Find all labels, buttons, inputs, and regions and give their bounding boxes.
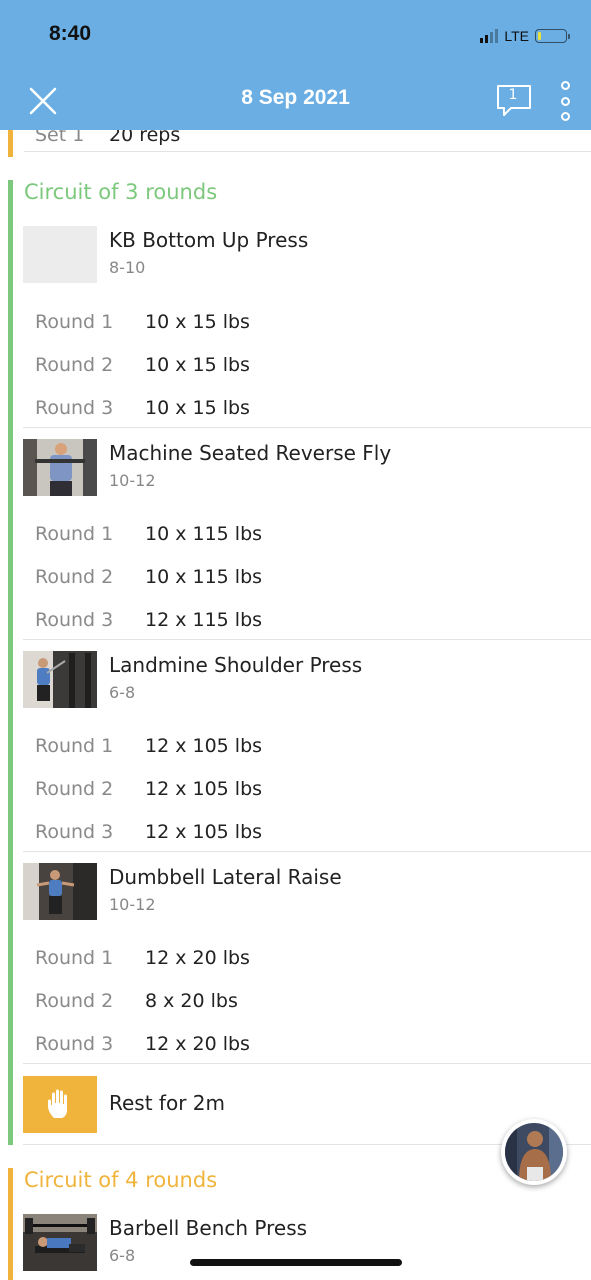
round-label: Round 3 [35,821,114,843]
circuit-section: Circuit of 3 rounds KB Bottom Up Press 8… [0,180,591,1145]
set-label: Set 1 [35,130,85,146]
workout-content[interactable]: Set 1 20 reps Circuit of 3 rounds KB Bot… [0,130,591,1280]
round-label: Round 1 [35,523,114,545]
more-icon-dot [560,112,570,121]
exercise-name: Landmine Shoulder Press [109,653,363,677]
status-indicators: LTE [480,26,570,46]
round-row[interactable]: Round 2 12 x 105 lbs [0,770,591,810]
round-row[interactable]: Round 1 12 x 105 lbs [0,727,591,767]
battery-icon [535,29,570,43]
more-icon-dot [560,96,570,106]
round-label: Round 3 [35,609,114,631]
more-icon-dot [560,81,570,90]
home-indicator [190,1259,402,1266]
round-value: 12 x 105 lbs [145,778,263,800]
exercise-thumbnail [23,226,97,283]
set-value: 20 reps [109,130,181,146]
round-label: Round 2 [35,354,114,376]
signal-icon [480,29,499,43]
circuit-title: Circuit of 3 rounds [24,180,218,204]
exercise-thumbnail [23,863,97,920]
exercise-name: Barbell Bench Press [109,1216,308,1240]
round-value: 8 x 20 lbs [145,990,238,1012]
round-value: 12 x 20 lbs [145,947,250,969]
exercise-name: KB Bottom Up Press [109,228,309,252]
round-row[interactable]: Round 2 8 x 20 lbs [0,982,591,1022]
exercise-name: Dumbbell Lateral Raise [109,865,342,889]
hand-icon [23,1076,97,1133]
round-row[interactable]: Round 1 12 x 20 lbs [0,939,591,979]
status-bar: 8:40 LTE [0,0,591,72]
round-value: 10 x 15 lbs [145,397,250,419]
round-value: 12 x 105 lbs [145,821,263,843]
round-value: 10 x 15 lbs [145,311,250,333]
exercise-reps: 8-10 [109,258,146,277]
round-label: Round 3 [35,1033,114,1055]
round-row[interactable]: Round 3 10 x 15 lbs [0,389,591,429]
round-label: Round 3 [35,397,114,419]
circuit-title: Circuit of 4 rounds [24,1168,218,1192]
round-label: Round 2 [35,566,114,588]
round-label: Round 1 [35,947,114,969]
round-value: 10 x 115 lbs [145,523,263,545]
divider [24,151,591,152]
round-row[interactable]: Round 1 10 x 15 lbs [0,303,591,343]
exercise-thumbnail [23,439,97,496]
divider [23,427,591,428]
status-time: 8:40 [49,22,92,45]
divider [23,1063,591,1064]
round-row[interactable]: Round 3 12 x 20 lbs [0,1025,591,1065]
round-value: 12 x 105 lbs [145,735,263,757]
round-label: Round 2 [35,990,114,1012]
round-value: 10 x 115 lbs [145,566,263,588]
exercise-reps: 10-12 [109,895,156,914]
round-value: 10 x 15 lbs [145,354,250,376]
round-row[interactable]: Round 2 10 x 115 lbs [0,558,591,598]
nav-bar: 8 Sep 2021 1 [0,72,591,130]
round-label: Round 1 [35,311,114,333]
exercise-reps: 6-8 [109,683,136,702]
rest-text: Rest for 2m [109,1091,225,1115]
exercise-thumbnail [23,1214,97,1271]
round-row[interactable]: Round 3 12 x 105 lbs [0,813,591,853]
exercise-thumbnail [23,651,97,708]
round-row[interactable]: Round 3 12 x 115 lbs [0,601,591,641]
round-row[interactable]: Round 2 10 x 15 lbs [0,346,591,386]
network-label: LTE [504,28,529,44]
exercise-reps: 10-12 [109,471,156,490]
exercise-reps: 6-8 [109,1246,136,1265]
round-row[interactable]: Round 1 10 x 115 lbs [0,515,591,555]
coach-avatar-button[interactable] [501,1119,567,1185]
comments-button[interactable]: 1 [496,83,534,119]
circuit-color-bar [8,130,13,157]
circuit-color-bar [8,1168,13,1280]
round-value: 12 x 115 lbs [145,609,263,631]
comment-count: 1 [508,87,518,103]
round-label: Round 1 [35,735,114,757]
previous-set-row: Set 1 20 reps [0,130,591,158]
round-value: 12 x 20 lbs [145,1033,250,1055]
divider [23,639,591,640]
more-button[interactable] [554,81,576,121]
round-label: Round 2 [35,778,114,800]
exercise-name: Machine Seated Reverse Fly [109,441,392,465]
divider [23,851,591,852]
avatar [505,1123,563,1181]
